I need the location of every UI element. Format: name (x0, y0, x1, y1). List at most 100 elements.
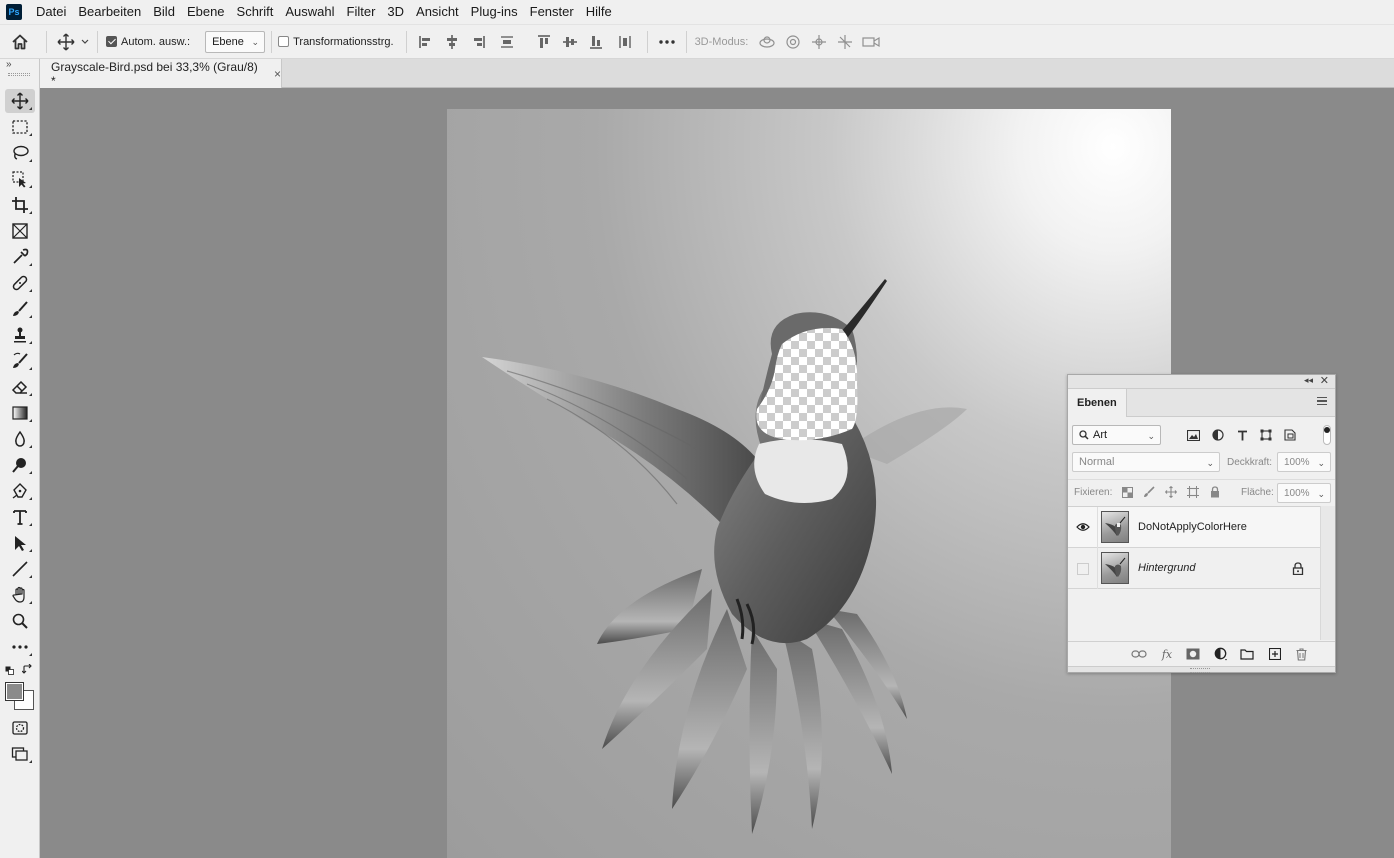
menu-ebene[interactable]: Ebene (181, 0, 231, 24)
panel-grip[interactable] (8, 73, 30, 76)
menu-auswahl[interactable]: Auswahl (279, 0, 340, 24)
object-selection-tool[interactable] (5, 167, 35, 191)
move-tool-preset-icon[interactable] (53, 27, 79, 57)
layer-thumbnail[interactable] (1101, 552, 1129, 584)
3d-slide-icon[interactable] (832, 27, 858, 57)
collapse-panel-icon[interactable]: » (6, 59, 12, 70)
quick-mask-button[interactable] (5, 716, 35, 740)
menu-fenster[interactable]: Fenster (524, 0, 580, 24)
lock-image-pixels-icon[interactable] (1142, 485, 1156, 499)
brush-tool[interactable] (5, 297, 35, 321)
align-horizontal-center-icon[interactable] (439, 27, 465, 57)
document-canvas[interactable] (447, 109, 1171, 858)
swap-colors-icon[interactable] (21, 663, 33, 675)
layer-thumbnail[interactable] (1101, 511, 1129, 543)
auto-select-checkbox[interactable]: Autom. ausw.: (106, 36, 190, 48)
align-top-icon[interactable] (531, 27, 557, 57)
align-right-icon[interactable] (465, 27, 491, 57)
lock-transparent-pixels-icon[interactable] (1120, 485, 1134, 499)
zoom-tool[interactable] (5, 609, 35, 633)
3d-roll-icon[interactable] (780, 27, 806, 57)
menu-plugins[interactable]: Plug-ins (465, 0, 524, 24)
move-tool[interactable] (5, 89, 35, 113)
lasso-tool[interactable] (5, 141, 35, 165)
menu-bild[interactable]: Bild (147, 0, 181, 24)
new-group-folder-icon[interactable] (1239, 647, 1255, 661)
eraser-tool[interactable] (5, 375, 35, 399)
panel-resize-handle[interactable] (1068, 666, 1335, 673)
3d-orbit-icon[interactable] (754, 27, 780, 57)
default-colors-icon[interactable] (5, 665, 15, 675)
align-bottom-icon[interactable] (583, 27, 609, 57)
menu-ansicht[interactable]: Ansicht (410, 0, 465, 24)
menu-3d[interactable]: 3D (381, 0, 410, 24)
layer-filter-kind-dropdown[interactable]: Art ⌄ (1072, 425, 1161, 445)
add-mask-icon[interactable] (1185, 647, 1201, 661)
fx-icon[interactable]: fx (1159, 647, 1175, 661)
frame-tool[interactable] (5, 219, 35, 243)
distribute-vertical-icon[interactable] (491, 27, 523, 57)
menu-datei[interactable]: Datei (30, 0, 72, 24)
filter-shape-layers-icon[interactable] (1258, 427, 1274, 443)
lock-position-icon[interactable] (1164, 485, 1178, 499)
align-vertical-center-icon[interactable] (557, 27, 583, 57)
blur-tool[interactable] (5, 427, 35, 451)
opacity-field[interactable]: 100% ⌄ (1277, 452, 1331, 472)
hand-tool[interactable] (5, 583, 35, 607)
new-fill-adjustment-icon[interactable] (1213, 647, 1229, 661)
3d-pan-icon[interactable] (806, 27, 832, 57)
blend-mode-dropdown[interactable]: Normal ⌄ (1072, 452, 1220, 472)
panel-menu-icon[interactable] (1317, 397, 1327, 405)
history-brush-tool[interactable] (5, 349, 35, 373)
clone-stamp-tool[interactable] (5, 323, 35, 347)
3d-camera-icon[interactable] (858, 27, 884, 57)
eyedropper-tool[interactable] (5, 245, 35, 269)
collapse-panel-icon[interactable]: ◂◂ (1304, 375, 1313, 386)
align-left-icon[interactable] (413, 27, 439, 57)
layer-row[interactable]: DoNotApplyColorHere (1068, 507, 1320, 548)
layer-name[interactable]: Hintergrund (1138, 562, 1195, 574)
filter-smart-objects-icon[interactable] (1282, 427, 1298, 443)
link-layers-icon[interactable] (1131, 647, 1147, 661)
fill-field[interactable]: 100% ⌄ (1277, 483, 1331, 503)
transform-controls-checkbox[interactable]: Transformationsstrg. (278, 36, 394, 48)
lock-all-icon[interactable] (1208, 485, 1222, 499)
healing-brush-tool[interactable] (5, 271, 35, 295)
marquee-tool[interactable] (5, 115, 35, 139)
layer-row[interactable]: Hintergrund (1068, 548, 1320, 589)
trash-icon[interactable] (1293, 647, 1309, 661)
tab-layers[interactable]: Ebenen (1068, 389, 1127, 417)
visibility-toggle-box[interactable] (1077, 563, 1089, 575)
auto-select-target-dropdown[interactable]: Ebene ⌄ (205, 30, 266, 53)
layer-list-scrollbar[interactable] (1320, 506, 1335, 640)
edit-toolbar-button[interactable] (5, 635, 35, 659)
close-panel-icon[interactable]: ✕ (1320, 374, 1329, 387)
filter-adjustment-layers-icon[interactable] (1210, 427, 1226, 443)
lock-icon[interactable] (1292, 562, 1304, 576)
panel-title-bar[interactable]: ◂◂ ✕ (1068, 375, 1335, 389)
type-tool[interactable] (5, 505, 35, 529)
more-options-icon[interactable] (654, 27, 680, 57)
document-tab[interactable]: Grayscale-Bird.psd bei 33,3% (Grau/8) * … (40, 59, 282, 88)
dodge-tool[interactable] (5, 453, 35, 477)
menu-schrift[interactable]: Schrift (231, 0, 280, 24)
filter-type-layers-icon[interactable] (1234, 427, 1250, 443)
filter-pixel-layers-icon[interactable] (1185, 427, 1201, 443)
crop-tool[interactable] (5, 193, 35, 217)
path-selection-tool[interactable] (5, 531, 35, 555)
screen-mode-button[interactable] (5, 742, 35, 766)
filter-toggle-switch[interactable] (1323, 425, 1331, 445)
menu-hilfe[interactable]: Hilfe (580, 0, 618, 24)
line-tool[interactable] (5, 557, 35, 581)
eye-icon[interactable] (1076, 520, 1090, 534)
home-icon[interactable] (0, 25, 40, 59)
chevron-down-icon[interactable] (79, 27, 91, 57)
new-layer-icon[interactable] (1267, 647, 1283, 661)
pen-tool[interactable] (5, 479, 35, 503)
menu-bearbeiten[interactable]: Bearbeiten (72, 0, 147, 24)
auto-select-check[interactable] (106, 36, 117, 47)
transform-controls-check[interactable] (278, 36, 290, 47)
menu-filter[interactable]: Filter (341, 0, 382, 24)
distribute-horizontal-icon[interactable] (609, 27, 641, 57)
layer-name[interactable]: DoNotApplyColorHere (1138, 521, 1247, 533)
